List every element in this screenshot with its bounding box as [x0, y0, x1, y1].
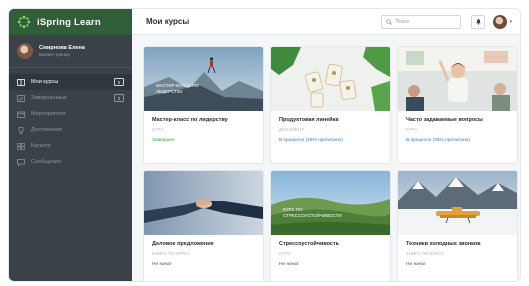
- course-thumbnail: [398, 47, 517, 111]
- search-input[interactable]: [395, 18, 456, 25]
- course-title: Продуктовая линейка: [279, 117, 339, 123]
- user-name: Смирнова Елена: [39, 44, 85, 51]
- course-thumbnail: [144, 171, 263, 235]
- course-title: Деловое предложение: [152, 241, 214, 247]
- course-type: курс: [406, 127, 418, 132]
- sidebar-item-label: Мероприятия: [31, 111, 66, 117]
- sidebar-item-label: Мои курсы: [31, 79, 59, 85]
- sidebar-item-label: Завершенные: [31, 95, 67, 101]
- search-icon: [386, 18, 393, 25]
- sidebar: iSpring Learn Смирнова Елена Бизнес-трен…: [9, 9, 132, 281]
- sidebar-item-events[interactable]: Мероприятия: [9, 106, 132, 122]
- course-thumbnail: Курс по стрессоустойчивости: [271, 171, 390, 235]
- sidebar-item-catalog[interactable]: Каталог: [9, 138, 132, 154]
- app-window: iSpring Learn Смирнова Елена Бизнес-трен…: [8, 8, 521, 282]
- course-title: Техники холодных звонков: [406, 241, 481, 247]
- course-status: В процессе (25% прочитано): [406, 138, 470, 143]
- course-thumbnail: [398, 171, 517, 235]
- notifications-button[interactable]: [471, 14, 486, 29]
- count-badge: 8: [114, 78, 124, 86]
- thumbnail-caption: Мастер-класс по лидерству: [156, 83, 199, 94]
- brand-bar[interactable]: iSpring Learn: [9, 9, 132, 35]
- book-icon: [17, 78, 25, 86]
- top-header: Мои курсы ▾: [132, 9, 520, 35]
- chevron-down-icon[interactable]: ▾: [509, 19, 512, 25]
- course-type: документ: [279, 127, 304, 132]
- sidebar-item-label: Достижения: [31, 127, 63, 133]
- calendar-icon: [17, 111, 25, 118]
- course-type: курс: [279, 251, 291, 256]
- user-role: Бизнес-тренер: [39, 51, 70, 57]
- search-box[interactable]: [381, 14, 462, 29]
- user-profile[interactable]: Смирнова Елена Бизнес-тренер: [9, 35, 132, 68]
- course-thumbnail: Мастер-класс по лидерству: [144, 47, 263, 111]
- course-type: курс: [152, 127, 164, 132]
- ispring-logo-icon: [17, 15, 31, 29]
- course-card[interactable]: Курс по стрессоустойчивости Стрессоустой…: [271, 171, 390, 281]
- course-card[interactable]: Техники холодных звонков книга по курсу …: [398, 171, 517, 281]
- page-title: Мои курсы: [146, 17, 190, 26]
- sidebar-item-label: Каталог: [31, 143, 51, 149]
- course-title: Мастер-класс по лидерству: [152, 117, 228, 123]
- course-status: В процессе (16% прочитано): [279, 138, 343, 143]
- count-badge: 2: [114, 94, 124, 102]
- course-thumbnail: [271, 47, 390, 111]
- course-status: Не начат: [279, 262, 299, 267]
- course-type: книга по курсу: [152, 251, 190, 256]
- course-card[interactable]: Мастер-класс по лидерству Мастер-класс п…: [144, 47, 263, 163]
- course-title: Стрессоустойчивость: [279, 241, 340, 247]
- sidebar-item-messages[interactable]: Сообщения: [9, 154, 132, 170]
- course-type: книга по курсу: [406, 251, 444, 256]
- profile-avatar[interactable]: [493, 14, 508, 29]
- course-grid: Мастер-класс по лидерству Мастер-класс п…: [144, 47, 517, 281]
- course-card[interactable]: Деловое предложение книга по курсу Не на…: [144, 171, 263, 281]
- course-status: Завершен: [152, 138, 175, 143]
- trophy-icon: [17, 126, 25, 134]
- course-card[interactable]: Продуктовая линейка документ В процессе …: [271, 47, 390, 163]
- course-status: Не начат: [406, 262, 426, 267]
- sidebar-item-achievements[interactable]: Достижения: [9, 122, 132, 138]
- course-card[interactable]: Часто задаваемые вопросы курс В процессе…: [398, 47, 517, 163]
- catalog-icon: [17, 142, 25, 150]
- message-icon: [17, 158, 25, 166]
- course-title: Часто задаваемые вопросы: [406, 117, 483, 123]
- course-status: Не начат: [152, 262, 172, 267]
- sidebar-item-label: Сообщения: [31, 159, 61, 165]
- bell-icon: [475, 18, 482, 25]
- brand-name: iSpring Learn: [37, 16, 101, 28]
- sidebar-nav: Мои курсы 8 Завершенные 2 Мероприятия До…: [9, 68, 132, 170]
- user-avatar: [17, 43, 33, 59]
- thumbnail-caption: Курс по стрессоустойчивости: [283, 207, 342, 218]
- sidebar-item-completed[interactable]: Завершенные 2: [9, 90, 132, 106]
- check-list-icon: [17, 94, 25, 102]
- sidebar-item-my-courses[interactable]: Мои курсы 8: [9, 74, 132, 90]
